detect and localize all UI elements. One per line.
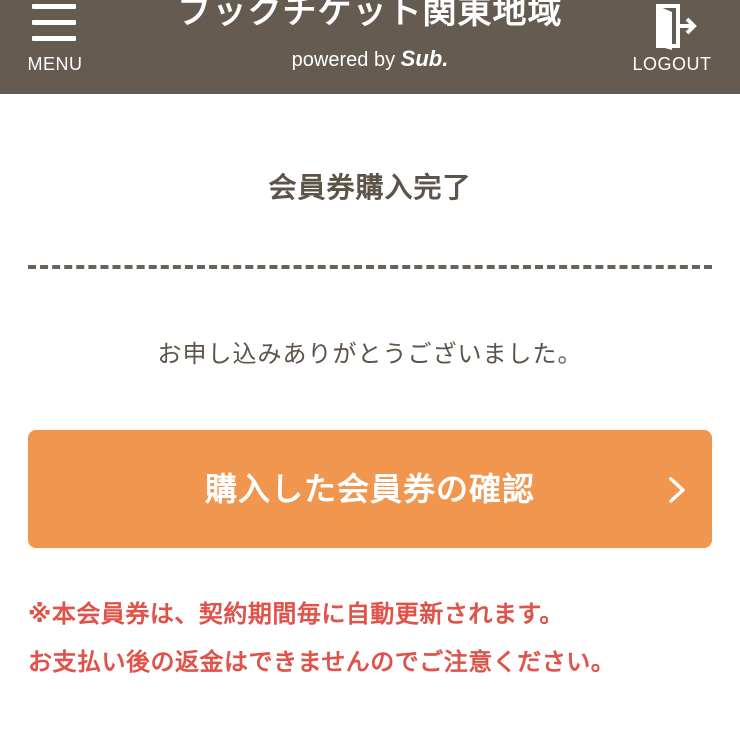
dashed-divider	[28, 265, 712, 269]
powered-by: powered by Sub.	[200, 46, 540, 73]
powered-by-text: powered by	[291, 49, 401, 71]
menu-button[interactable]: MENU	[18, 0, 92, 94]
site-title: ブックチケット関東地域	[177, 0, 563, 32]
thank-you-message: お申し込みありがとうございました。	[157, 340, 583, 368]
logout-button[interactable]: LOGOUT	[624, 0, 720, 94]
hamburger-icon	[32, 4, 76, 44]
page-title: 会員券購入完了	[268, 171, 472, 204]
app-header: MENU ブックチケット関東地域 powered by Sub. LOGOUT	[0, 0, 740, 94]
logout-label: LOGOUT	[632, 54, 712, 74]
confirm-purchased-membership-button[interactable]: 購入した会員券の確認	[28, 430, 712, 548]
menu-label: MENU	[27, 54, 83, 74]
logout-door-icon	[656, 4, 697, 50]
chevron-right-icon	[669, 477, 685, 503]
notice-line: お支払い後の返金はできませんのでご注意ください。	[28, 648, 616, 676]
brand-logo: Sub.	[400, 46, 449, 71]
notice-line: ※本会員券は、契約期間毎に自動更新されます。	[28, 600, 564, 628]
auto-renewal-notice: ※本会員券は、契約期間毎に自動更新されます。 お支払い後の返金はできませんのでご…	[28, 590, 718, 686]
confirm-button-label: 購入した会員券の確認	[204, 470, 535, 508]
